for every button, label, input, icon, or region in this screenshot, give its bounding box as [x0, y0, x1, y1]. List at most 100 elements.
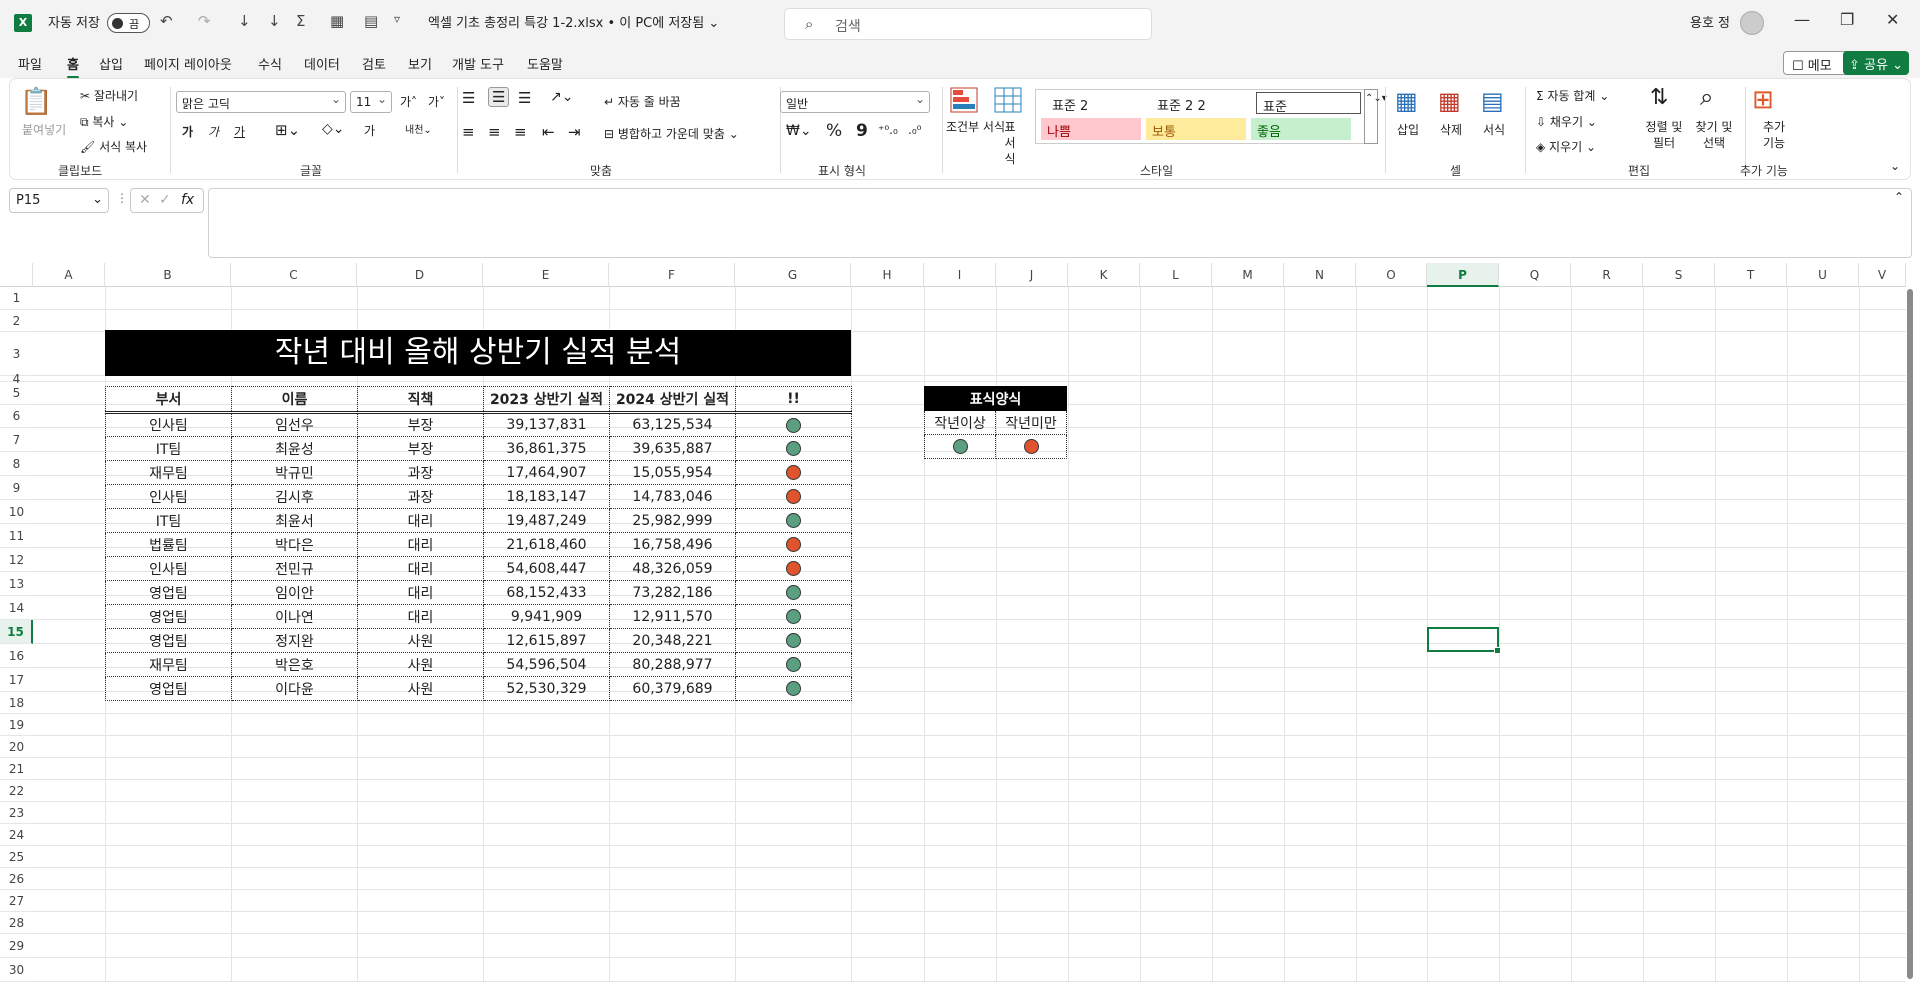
- cell-2023[interactable]: 54,596,504: [483, 652, 610, 677]
- bold-button[interactable]: 가: [182, 123, 193, 140]
- row-header-6[interactable]: 6: [0, 405, 33, 428]
- vertical-scrollbar[interactable]: [1906, 287, 1914, 982]
- cell-status[interactable]: [735, 580, 852, 605]
- decrease-indent-icon[interactable]: ⇤: [542, 123, 555, 141]
- column-header-H[interactable]: H: [851, 263, 924, 287]
- column-header-R[interactable]: R: [1571, 263, 1643, 287]
- font-name-combo[interactable]: 맑은 고딕: [176, 91, 346, 113]
- tab-insert[interactable]: 삽입: [99, 54, 123, 73]
- format-painter-button[interactable]: 🖌 서식 복사: [80, 138, 147, 155]
- cell-name[interactable]: 전민규: [231, 556, 358, 581]
- column-header-Q[interactable]: Q: [1499, 263, 1571, 287]
- borders-icon[interactable]: ▦: [330, 12, 344, 30]
- cell-status[interactable]: [735, 604, 852, 629]
- row-header-18[interactable]: 18: [0, 692, 33, 714]
- search-box[interactable]: ⌕ 검색: [784, 8, 1152, 40]
- comma-button[interactable]: 9: [856, 121, 868, 141]
- cell-status[interactable]: [735, 556, 852, 581]
- column-header-F[interactable]: F: [609, 263, 735, 287]
- column-header-P[interactable]: P: [1427, 263, 1499, 287]
- tab-help[interactable]: 도움말: [527, 54, 563, 73]
- cell-2024[interactable]: 15,055,954: [609, 460, 736, 485]
- delete-cells-icon[interactable]: ▦: [1438, 87, 1461, 115]
- row-header-20[interactable]: 20: [0, 736, 33, 758]
- row-header-7[interactable]: 7: [0, 428, 33, 452]
- cell-dept[interactable]: 영업팀: [105, 604, 232, 629]
- cell-2023[interactable]: 68,152,433: [483, 580, 610, 605]
- row-header-26[interactable]: 26: [0, 868, 33, 890]
- align-left-icon[interactable]: ≡: [462, 123, 475, 141]
- sort-filter-icon[interactable]: ⇅: [1650, 85, 1668, 110]
- format-cells-label[interactable]: 서식: [1483, 121, 1505, 138]
- accounting-format-icon[interactable]: ₩⌄: [786, 123, 812, 139]
- cancel-icon[interactable]: ✕: [139, 192, 151, 208]
- cell-position[interactable]: 사원: [357, 628, 484, 653]
- form-icon[interactable]: ▤: [364, 12, 378, 30]
- cell-name[interactable]: 최윤서: [231, 508, 358, 533]
- style-bad[interactable]: 나쁨: [1041, 118, 1141, 140]
- cell-dept[interactable]: IT팀: [105, 508, 232, 533]
- tab-page-layout[interactable]: 페이지 레이아웃: [144, 54, 232, 73]
- underline-button[interactable]: 가: [234, 123, 245, 140]
- row-header-22[interactable]: 22: [0, 780, 33, 802]
- style-neutral[interactable]: 보통: [1146, 118, 1246, 140]
- cell-name[interactable]: 김시후: [231, 484, 358, 509]
- cell-name[interactable]: 최윤성: [231, 436, 358, 461]
- select-all-corner[interactable]: [0, 263, 33, 287]
- style-good[interactable]: 좋음: [1251, 118, 1351, 140]
- tab-review[interactable]: 검토: [362, 54, 386, 73]
- scrollbar-thumb[interactable]: [1907, 289, 1913, 979]
- minimize-icon[interactable]: —: [1794, 10, 1810, 29]
- cell-status[interactable]: [735, 676, 852, 701]
- cell-position[interactable]: 대리: [357, 556, 484, 581]
- file-name[interactable]: 엑셀 기초 총정리 특강 1-2.xlsx • 이 PC에 저장됨 ⌄: [428, 12, 719, 31]
- column-header-A[interactable]: A: [33, 263, 105, 287]
- legend-below-dot[interactable]: [995, 434, 1067, 459]
- row-header-21[interactable]: 21: [0, 758, 33, 780]
- name-box[interactable]: P15 ⌄: [9, 188, 109, 213]
- cell-name[interactable]: 박다은: [231, 532, 358, 557]
- cell-dept[interactable]: 법률팀: [105, 532, 232, 557]
- borders-icon[interactable]: ⊞⌄: [275, 121, 300, 139]
- column-header-D[interactable]: D: [357, 263, 483, 287]
- addins-icon[interactable]: ⊞: [1752, 85, 1774, 115]
- cell-name[interactable]: 박규민: [231, 460, 358, 485]
- restore-icon[interactable]: ❐: [1840, 10, 1854, 29]
- cell-2024[interactable]: 16,758,496: [609, 532, 736, 557]
- legend-below-label[interactable]: 작년미만: [995, 410, 1067, 435]
- cell-status[interactable]: [735, 484, 852, 509]
- row-header-17[interactable]: 17: [0, 668, 33, 692]
- sort-filter-label[interactable]: 정렬 및 필터: [1642, 119, 1686, 151]
- autosum-button[interactable]: Σ 자동 합계 ⌄: [1536, 87, 1609, 104]
- header-status[interactable]: !!: [735, 386, 852, 414]
- autosave-toggle[interactable]: 끔: [107, 13, 150, 33]
- row-header-25[interactable]: 25: [0, 846, 33, 868]
- share-button[interactable]: ⇪ 공유 ⌄: [1843, 51, 1909, 75]
- cell-dept[interactable]: 재무팀: [105, 652, 232, 677]
- fill-button[interactable]: ⇩ 채우기 ⌄: [1536, 113, 1597, 130]
- undo-icon[interactable]: ↶: [160, 12, 173, 30]
- column-header-G[interactable]: G: [735, 263, 851, 287]
- cell-status[interactable]: [735, 436, 852, 461]
- column-header-T[interactable]: T: [1715, 263, 1787, 287]
- tab-formulas[interactable]: 수식: [258, 54, 282, 73]
- cell-status[interactable]: [735, 412, 852, 437]
- cell-name[interactable]: 박은호: [231, 652, 358, 677]
- row-header-9[interactable]: 9: [0, 476, 33, 500]
- decrease-decimal-icon[interactable]: .₀⁰: [908, 123, 921, 137]
- column-header-E[interactable]: E: [483, 263, 609, 287]
- cell-status[interactable]: [735, 532, 852, 557]
- cell-2023[interactable]: 39,137,831: [483, 412, 610, 437]
- delete-cells-label[interactable]: 삭제: [1440, 121, 1462, 138]
- header-position[interactable]: 직책: [357, 386, 484, 414]
- cell-status[interactable]: [735, 460, 852, 485]
- cell-position[interactable]: 대리: [357, 604, 484, 629]
- row-header-16[interactable]: 16: [0, 644, 33, 668]
- cell-2024[interactable]: 63,125,534: [609, 412, 736, 437]
- style-normal[interactable]: 표준: [1256, 92, 1361, 115]
- orientation-icon[interactable]: ↗⌄: [550, 89, 573, 105]
- column-header-K[interactable]: K: [1068, 263, 1140, 287]
- column-header-B[interactable]: B: [105, 263, 231, 287]
- tab-home[interactable]: 홈: [67, 54, 79, 79]
- legend-title[interactable]: 표식양식: [924, 386, 1067, 411]
